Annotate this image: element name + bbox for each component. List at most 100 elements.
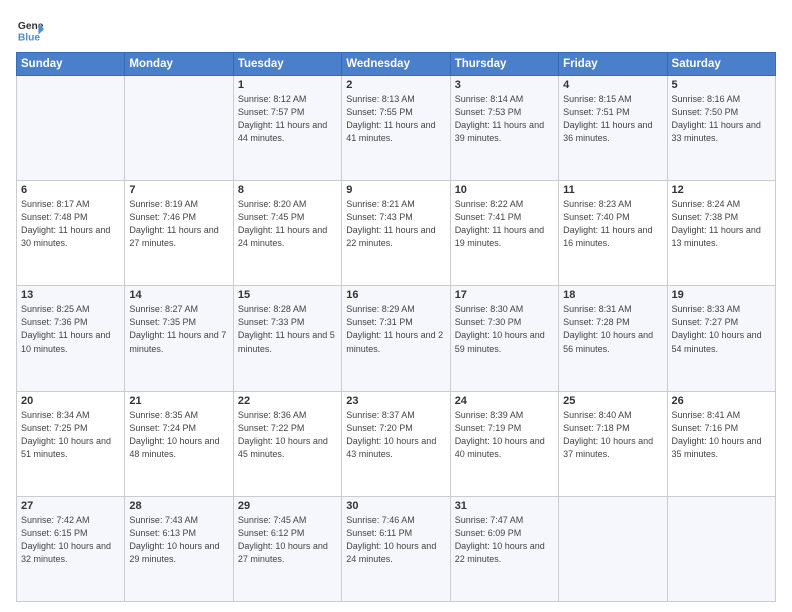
- day-info: Sunrise: 8:21 AM Sunset: 7:43 PM Dayligh…: [346, 198, 445, 250]
- calendar-cell: 28 Sunrise: 7:43 AM Sunset: 6:13 PM Dayli…: [125, 496, 233, 601]
- day-number: 6: [21, 184, 120, 196]
- header-day-sunday: Sunday: [17, 53, 125, 76]
- day-info: Sunrise: 7:45 AM Sunset: 6:12 PM Dayligh…: [238, 514, 337, 566]
- calendar-cell: [125, 76, 233, 181]
- day-number: 27: [21, 500, 120, 512]
- day-number: 11: [563, 184, 662, 196]
- day-info: Sunrise: 8:16 AM Sunset: 7:50 PM Dayligh…: [672, 93, 771, 145]
- day-info: Sunrise: 8:40 AM Sunset: 7:18 PM Dayligh…: [563, 409, 662, 461]
- calendar-cell: 16Sunrise: 8:29 AM Sunset: 7:31 PM Dayli…: [342, 286, 450, 391]
- header: General Blue: [16, 16, 776, 44]
- calendar-cell: [17, 76, 125, 181]
- day-info: Sunrise: 8:25 AM Sunset: 7:36 PM Dayligh…: [21, 303, 120, 355]
- calendar-cell: 21Sunrise: 8:35 AM Sunset: 7:24 PM Dayli…: [125, 391, 233, 496]
- day-number: 4: [563, 79, 662, 91]
- day-info: Sunrise: 8:37 AM Sunset: 7:20 PM Dayligh…: [346, 409, 445, 461]
- calendar-cell: 26 Sunrise: 8:41 AM Sunset: 7:16 PM Dayli…: [667, 391, 775, 496]
- calendar-cell: 25 Sunrise: 8:40 AM Sunset: 7:18 PM Dayli…: [559, 391, 667, 496]
- day-number: 28: [129, 500, 228, 512]
- day-number: 15: [238, 289, 337, 301]
- day-number: 29: [238, 500, 337, 512]
- day-info: Sunrise: 8:19 AM Sunset: 7:46 PM Dayligh…: [129, 198, 228, 250]
- day-info: Sunrise: 8:29 AM Sunset: 7:31 PM Dayligh…: [346, 303, 445, 355]
- calendar-table: SundayMondayTuesdayWednesdayThursdayFrid…: [16, 52, 776, 602]
- calendar-cell: 8Sunrise: 8:20 AM Sunset: 7:45 PM Daylig…: [233, 181, 341, 286]
- day-number: 9: [346, 184, 445, 196]
- day-number: 3: [455, 79, 554, 91]
- calendar-cell: 19Sunrise: 8:33 AM Sunset: 7:27 PM Dayli…: [667, 286, 775, 391]
- day-info: Sunrise: 8:20 AM Sunset: 7:45 PM Dayligh…: [238, 198, 337, 250]
- day-info: Sunrise: 8:22 AM Sunset: 7:41 PM Dayligh…: [455, 198, 554, 250]
- day-number: 20: [21, 395, 120, 407]
- day-info: Sunrise: 8:27 AM Sunset: 7:35 PM Dayligh…: [129, 303, 228, 355]
- day-number: 19: [672, 289, 771, 301]
- day-info: Sunrise: 8:15 AM Sunset: 7:51 PM Dayligh…: [563, 93, 662, 145]
- day-info: Sunrise: 7:47 AM Sunset: 6:09 PM Dayligh…: [455, 514, 554, 566]
- day-info: Sunrise: 8:41 AM Sunset: 7:16 PM Dayligh…: [672, 409, 771, 461]
- day-info: Sunrise: 8:34 AM Sunset: 7:25 PM Dayligh…: [21, 409, 120, 461]
- day-info: Sunrise: 8:36 AM Sunset: 7:22 PM Dayligh…: [238, 409, 337, 461]
- calendar-cell: 30 Sunrise: 7:46 AM Sunset: 6:11 PM Dayli…: [342, 496, 450, 601]
- calendar-cell: 17 Sunrise: 8:30 AM Sunset: 7:30 PM Dayli…: [450, 286, 558, 391]
- day-info: Sunrise: 8:28 AM Sunset: 7:33 PM Dayligh…: [238, 303, 337, 355]
- day-info: Sunrise: 8:24 AM Sunset: 7:38 PM Dayligh…: [672, 198, 771, 250]
- calendar-week-1: 1 Sunrise: 8:12 AM Sunset: 7:57 PM Daylig…: [17, 76, 776, 181]
- day-info: Sunrise: 8:35 AM Sunset: 7:24 PM Dayligh…: [129, 409, 228, 461]
- calendar-cell: [559, 496, 667, 601]
- day-number: 23: [346, 395, 445, 407]
- day-info: Sunrise: 8:12 AM Sunset: 7:57 PM Dayligh…: [238, 93, 337, 145]
- calendar-cell: 20 Sunrise: 8:34 AM Sunset: 7:25 PM Dayli…: [17, 391, 125, 496]
- calendar-cell: 31 Sunrise: 7:47 AM Sunset: 6:09 PM Dayli…: [450, 496, 558, 601]
- calendar-week-3: 13 Sunrise: 8:25 AM Sunset: 7:36 PM Dayli…: [17, 286, 776, 391]
- day-number: 1: [238, 79, 337, 91]
- day-info: Sunrise: 8:17 AM Sunset: 7:48 PM Dayligh…: [21, 198, 120, 250]
- calendar-cell: 3 Sunrise: 8:14 AM Sunset: 7:53 PM Daylig…: [450, 76, 558, 181]
- day-number: 31: [455, 500, 554, 512]
- header-day-wednesday: Wednesday: [342, 53, 450, 76]
- calendar-week-2: 6 Sunrise: 8:17 AM Sunset: 7:48 PM Daylig…: [17, 181, 776, 286]
- calendar-cell: 15 Sunrise: 8:28 AM Sunset: 7:33 PM Dayli…: [233, 286, 341, 391]
- day-number: 7: [129, 184, 228, 196]
- calendar-cell: [667, 496, 775, 601]
- calendar-week-5: 27 Sunrise: 7:42 AM Sunset: 6:15 PM Dayli…: [17, 496, 776, 601]
- header-day-monday: Monday: [125, 53, 233, 76]
- day-info: Sunrise: 7:42 AM Sunset: 6:15 PM Dayligh…: [21, 514, 120, 566]
- header-day-saturday: Saturday: [667, 53, 775, 76]
- calendar-cell: 14 Sunrise: 8:27 AM Sunset: 7:35 PM Dayli…: [125, 286, 233, 391]
- calendar-cell: 29 Sunrise: 7:45 AM Sunset: 6:12 PM Dayli…: [233, 496, 341, 601]
- calendar-cell: 1 Sunrise: 8:12 AM Sunset: 7:57 PM Daylig…: [233, 76, 341, 181]
- day-number: 14: [129, 289, 228, 301]
- calendar-week-4: 20 Sunrise: 8:34 AM Sunset: 7:25 PM Dayli…: [17, 391, 776, 496]
- day-info: Sunrise: 7:43 AM Sunset: 6:13 PM Dayligh…: [129, 514, 228, 566]
- day-number: 2: [346, 79, 445, 91]
- calendar-cell: 2 Sunrise: 8:13 AM Sunset: 7:55 PM Daylig…: [342, 76, 450, 181]
- calendar-cell: 4 Sunrise: 8:15 AM Sunset: 7:51 PM Daylig…: [559, 76, 667, 181]
- calendar-cell: 13 Sunrise: 8:25 AM Sunset: 7:36 PM Dayli…: [17, 286, 125, 391]
- day-number: 17: [455, 289, 554, 301]
- day-info: Sunrise: 8:39 AM Sunset: 7:19 PM Dayligh…: [455, 409, 554, 461]
- day-number: 10: [455, 184, 554, 196]
- calendar-cell: 10 Sunrise: 8:22 AM Sunset: 7:41 PM Dayli…: [450, 181, 558, 286]
- day-info: Sunrise: 7:46 AM Sunset: 6:11 PM Dayligh…: [346, 514, 445, 566]
- day-number: 18: [563, 289, 662, 301]
- calendar-cell: 18Sunrise: 8:31 AM Sunset: 7:28 PM Dayli…: [559, 286, 667, 391]
- logo-icon: General Blue: [16, 16, 44, 44]
- logo: General Blue: [16, 16, 44, 44]
- calendar-cell: 22 Sunrise: 8:36 AM Sunset: 7:22 PM Dayli…: [233, 391, 341, 496]
- calendar-cell: 27 Sunrise: 7:42 AM Sunset: 6:15 PM Dayli…: [17, 496, 125, 601]
- day-number: 13: [21, 289, 120, 301]
- calendar-cell: 23 Sunrise: 8:37 AM Sunset: 7:20 PM Dayli…: [342, 391, 450, 496]
- day-number: 25: [563, 395, 662, 407]
- calendar-cell: 12Sunrise: 8:24 AM Sunset: 7:38 PM Dayli…: [667, 181, 775, 286]
- day-info: Sunrise: 8:14 AM Sunset: 7:53 PM Dayligh…: [455, 93, 554, 145]
- header-day-tuesday: Tuesday: [233, 53, 341, 76]
- header-day-thursday: Thursday: [450, 53, 558, 76]
- header-day-friday: Friday: [559, 53, 667, 76]
- day-info: Sunrise: 8:30 AM Sunset: 7:30 PM Dayligh…: [455, 303, 554, 355]
- calendar-cell: 11Sunrise: 8:23 AM Sunset: 7:40 PM Dayli…: [559, 181, 667, 286]
- day-number: 26: [672, 395, 771, 407]
- day-number: 30: [346, 500, 445, 512]
- calendar-cell: 6 Sunrise: 8:17 AM Sunset: 7:48 PM Daylig…: [17, 181, 125, 286]
- day-info: Sunrise: 8:13 AM Sunset: 7:55 PM Dayligh…: [346, 93, 445, 145]
- day-number: 22: [238, 395, 337, 407]
